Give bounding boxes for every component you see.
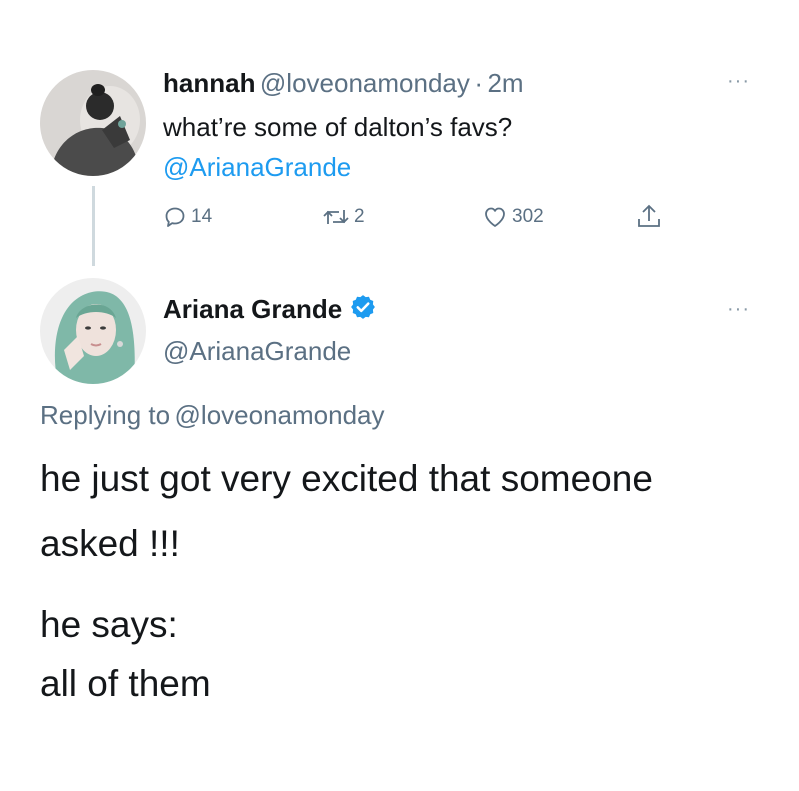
tweet1-time[interactable]: 2m (487, 68, 523, 98)
ariana-avatar[interactable] (40, 278, 146, 384)
tweet2-header: Ariana Grande (163, 293, 377, 326)
tweet1-header: hannah @loveonamonday · 2m (163, 68, 524, 99)
thread-connector (92, 186, 95, 266)
tweet2-text-line2: asked !!! (40, 523, 180, 564)
like-button[interactable]: 302 (482, 205, 544, 229)
reply-count: 14 (191, 206, 213, 227)
replying-to: Replying to @loveonamonday (40, 400, 385, 431)
hannah-avatar[interactable] (40, 70, 146, 176)
tweet2-display-name[interactable]: Ariana Grande (163, 294, 342, 325)
reply-icon (163, 205, 187, 229)
like-icon (482, 205, 508, 229)
tweet1-text: what’re some of dalton’s favs? (163, 112, 513, 142)
reply-button[interactable]: 14 (163, 205, 212, 229)
tweet1-handle[interactable]: @loveonamonday (260, 68, 470, 98)
tweet2-handle[interactable]: @ArianaGrande (163, 336, 351, 367)
tweet1-mention[interactable]: @ArianaGrande (163, 152, 351, 183)
tweet1-separator: · (474, 68, 483, 98)
share-button[interactable] (636, 202, 662, 230)
tweet2-text-line4: all of them (40, 663, 211, 704)
like-count: 302 (512, 206, 544, 227)
tweet1-display-name[interactable]: hannah (163, 68, 255, 98)
tweet1-more-icon[interactable]: ··· (727, 70, 750, 93)
tweet2-text-line3: he says: (40, 604, 178, 645)
retweet-count: 2 (354, 206, 365, 227)
replying-handle[interactable]: @loveonamonday (175, 400, 385, 430)
verified-badge-icon (349, 293, 377, 326)
share-icon (636, 202, 662, 230)
replying-prefix: Replying to (40, 400, 171, 430)
tweet2-more-icon[interactable]: ··· (727, 298, 750, 321)
retweet-icon (322, 205, 350, 229)
tweet2-text-line1: he just got very excited that someone (40, 458, 653, 499)
retweet-button[interactable]: 2 (322, 205, 365, 229)
